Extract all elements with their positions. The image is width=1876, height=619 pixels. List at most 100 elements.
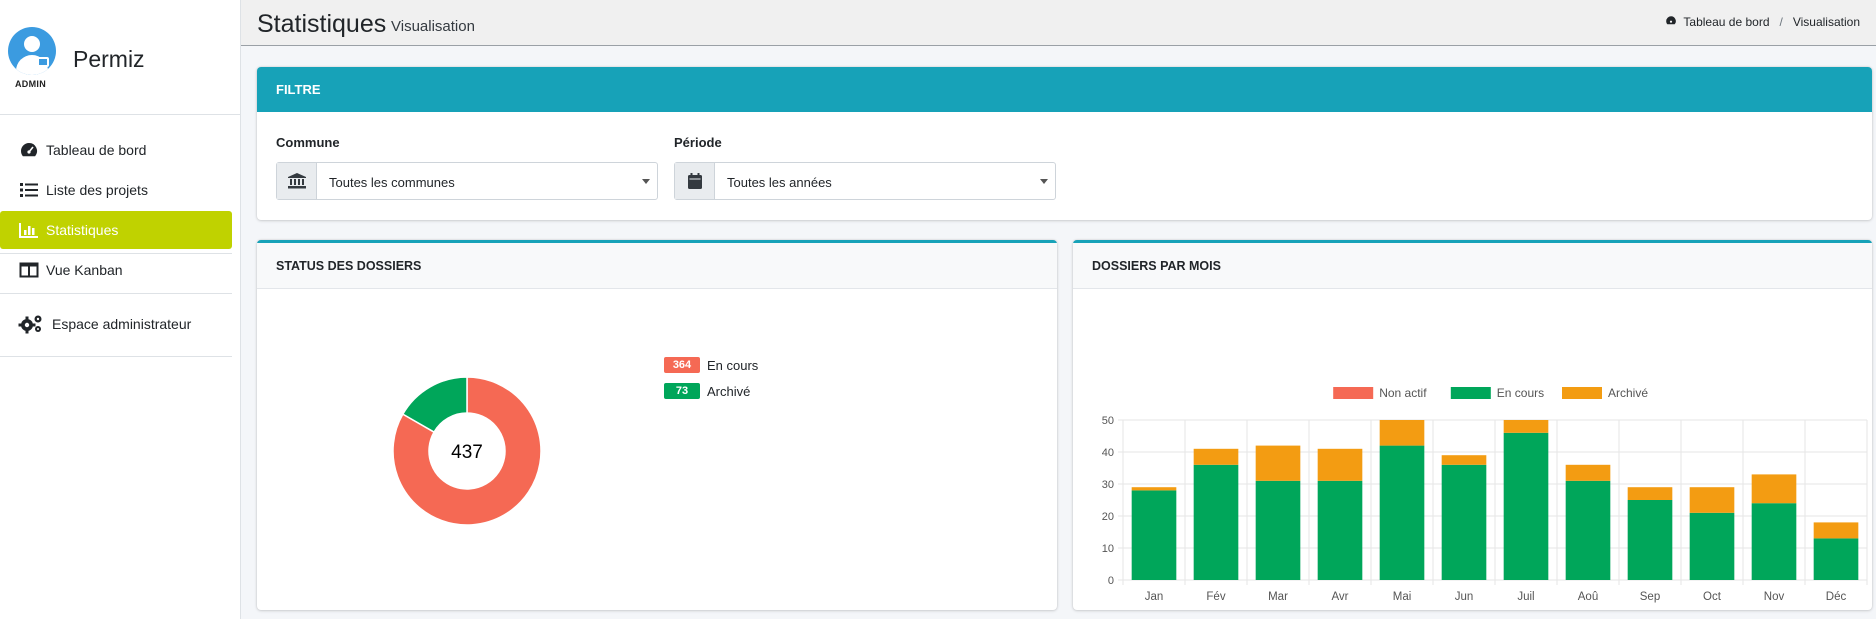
sidebar-item-label: Vue Kanban: [46, 262, 123, 278]
x-tick-label: Déc: [1826, 591, 1847, 603]
commune-label: Commune: [276, 135, 340, 150]
status-legend-item: 73 Archivé: [664, 383, 750, 399]
bar-Jun-archivé[interactable]: [1441, 455, 1487, 465]
calendar-icon: [675, 163, 715, 199]
sidebar-item-espace-administrateur[interactable]: Espace administrateur: [0, 305, 232, 343]
bar-Mar-en-cours[interactable]: [1255, 480, 1301, 580]
status-donut-chart: 437: [392, 376, 542, 526]
bar-chart-icon: [18, 221, 40, 239]
sidebar-item-label: Tableau de bord: [46, 142, 147, 158]
x-tick-label: Mai: [1393, 591, 1412, 603]
sidebar-item-label: Liste des projets: [46, 182, 148, 198]
bar-Nov-archivé[interactable]: [1751, 474, 1797, 504]
page-subtitle: Visualisation: [391, 18, 475, 35]
cogs-icon: [18, 315, 44, 334]
sidebar-item-statistiques[interactable]: Statistiques: [0, 211, 232, 249]
bar-Mai-archivé[interactable]: [1379, 420, 1425, 446]
filter-title: FILTRE: [257, 67, 1872, 112]
y-tick-label: 30: [1102, 479, 1114, 491]
bar-Sep-en-cours[interactable]: [1627, 500, 1673, 580]
bar-Jan-en-cours[interactable]: [1131, 490, 1177, 580]
status-legend-label: En cours: [707, 357, 759, 373]
brand: ADMIN Permiz: [0, 0, 240, 115]
bar-Aoû-en-cours[interactable]: [1565, 480, 1611, 580]
bar-Sep-archivé[interactable]: [1627, 487, 1673, 500]
legend-label[interactable]: Non actif: [1379, 386, 1427, 400]
bank-icon: [277, 163, 317, 199]
status-legend-item: 364 En cours: [664, 357, 758, 373]
x-tick-label: Avr: [1331, 591, 1348, 603]
divider: [0, 293, 232, 294]
legend-swatch: [1450, 387, 1491, 399]
status-legend-label: Archivé: [707, 383, 751, 399]
admin-avatar-icon: [8, 27, 56, 75]
status-count-badge: 364: [664, 357, 700, 373]
y-tick-label: 40: [1102, 447, 1114, 459]
breadcrumb-separator: /: [1779, 15, 1783, 29]
x-tick-label: Mar: [1268, 591, 1288, 603]
bar-Mai-en-cours[interactable]: [1379, 445, 1425, 580]
donut-center-label: 437: [451, 442, 483, 463]
monthly-card: DOSSIERS PAR MOIS 0 10 20 30 40 50 Jan Fév Mar Av…: [1073, 240, 1872, 610]
periode-label: Période: [674, 135, 722, 150]
x-tick-label: Sep: [1640, 591, 1660, 603]
sidebar-item-vue-kanban[interactable]: Vue Kanban: [0, 251, 232, 289]
bar-Déc-en-cours[interactable]: [1813, 538, 1859, 580]
bar-Oct-archivé[interactable]: [1689, 487, 1735, 513]
sidebar-item-label: Espace administrateur: [52, 316, 192, 332]
chevron-down-icon: [635, 163, 657, 199]
x-tick-label: Nov: [1764, 591, 1785, 603]
sidebar-item-tableau-de-bord[interactable]: Tableau de bord: [0, 131, 232, 169]
tachometer-icon: [1665, 15, 1677, 29]
bar-Juil-en-cours[interactable]: [1503, 432, 1549, 580]
bar-Avr-archivé[interactable]: [1317, 448, 1363, 481]
bar-Fév-en-cours[interactable]: [1193, 464, 1239, 580]
breadcrumb-current: Visualisation: [1792, 15, 1860, 29]
bar-Mar-archivé[interactable]: [1255, 445, 1301, 481]
legend-label[interactable]: Archivé: [1608, 386, 1648, 400]
bar-Déc-archivé[interactable]: [1813, 522, 1859, 539]
bar-Fév-archivé[interactable]: [1193, 448, 1239, 465]
status-card: STATUS DES DOSSIERS 437 364 En cours 73 …: [257, 240, 1057, 610]
x-tick-label: Aoû: [1578, 591, 1598, 603]
page-title: Statistiques: [257, 10, 387, 38]
filter-card: FILTRE Commune Toutes les communes Pério…: [257, 67, 1872, 220]
bar-Juil-archivé[interactable]: [1503, 420, 1549, 433]
bar-Nov-en-cours[interactable]: [1751, 503, 1797, 580]
status-count-badge: 73: [664, 383, 700, 399]
y-tick-label: 50: [1102, 415, 1114, 427]
divider: [0, 356, 232, 357]
legend-swatch: [1333, 387, 1374, 399]
commune-select-value: Toutes les communes: [329, 175, 455, 190]
x-tick-label: Juil: [1517, 591, 1534, 603]
x-tick-label: Jun: [1455, 591, 1474, 603]
x-tick-label: Jan: [1145, 591, 1164, 603]
brand-name[interactable]: Permiz: [73, 46, 145, 73]
sidebar-item-label: Statistiques: [46, 222, 119, 238]
breadcrumb: Tableau de bord / Visualisation: [1665, 15, 1860, 29]
y-tick-label: 0: [1108, 575, 1114, 587]
monthly-bar-chart: 0 10 20 30 40 50 Jan Fév Mar Avr Mai Jun Juil Aoû Sep O…: [1102, 386, 1868, 603]
periode-select-value: Toutes les années: [727, 175, 832, 190]
bar-Oct-en-cours[interactable]: [1689, 512, 1735, 580]
periode-select[interactable]: Toutes les années: [674, 162, 1056, 200]
legend-swatch: [1562, 387, 1602, 399]
page-header: Statistiques Visualisation Tableau de bo…: [241, 0, 1876, 46]
y-tick-label: 10: [1102, 543, 1114, 555]
legend-label[interactable]: En cours: [1497, 386, 1544, 400]
chevron-down-icon: [1033, 163, 1055, 199]
bar-Jan-archivé[interactable]: [1131, 487, 1177, 491]
commune-select[interactable]: Toutes les communes: [276, 162, 658, 200]
x-tick-label: Fév: [1206, 591, 1225, 603]
bar-Jun-en-cours[interactable]: [1441, 464, 1487, 580]
bar-Aoû-archivé[interactable]: [1565, 464, 1611, 481]
role-label: ADMIN: [15, 79, 46, 89]
sidebar-item-liste-des-projets[interactable]: Liste des projets: [0, 171, 232, 209]
tachometer-icon: [18, 141, 40, 159]
breadcrumb-link-tableau-de-bord[interactable]: Tableau de bord: [1683, 15, 1769, 29]
bar-Avr-en-cours[interactable]: [1317, 480, 1363, 580]
y-tick-label: 20: [1102, 511, 1114, 523]
sidebar: ADMIN Permiz Tableau de bord Liste des p…: [0, 0, 241, 619]
columns-icon: [18, 261, 40, 279]
monthly-card-title: DOSSIERS PAR MOIS: [1073, 243, 1872, 289]
